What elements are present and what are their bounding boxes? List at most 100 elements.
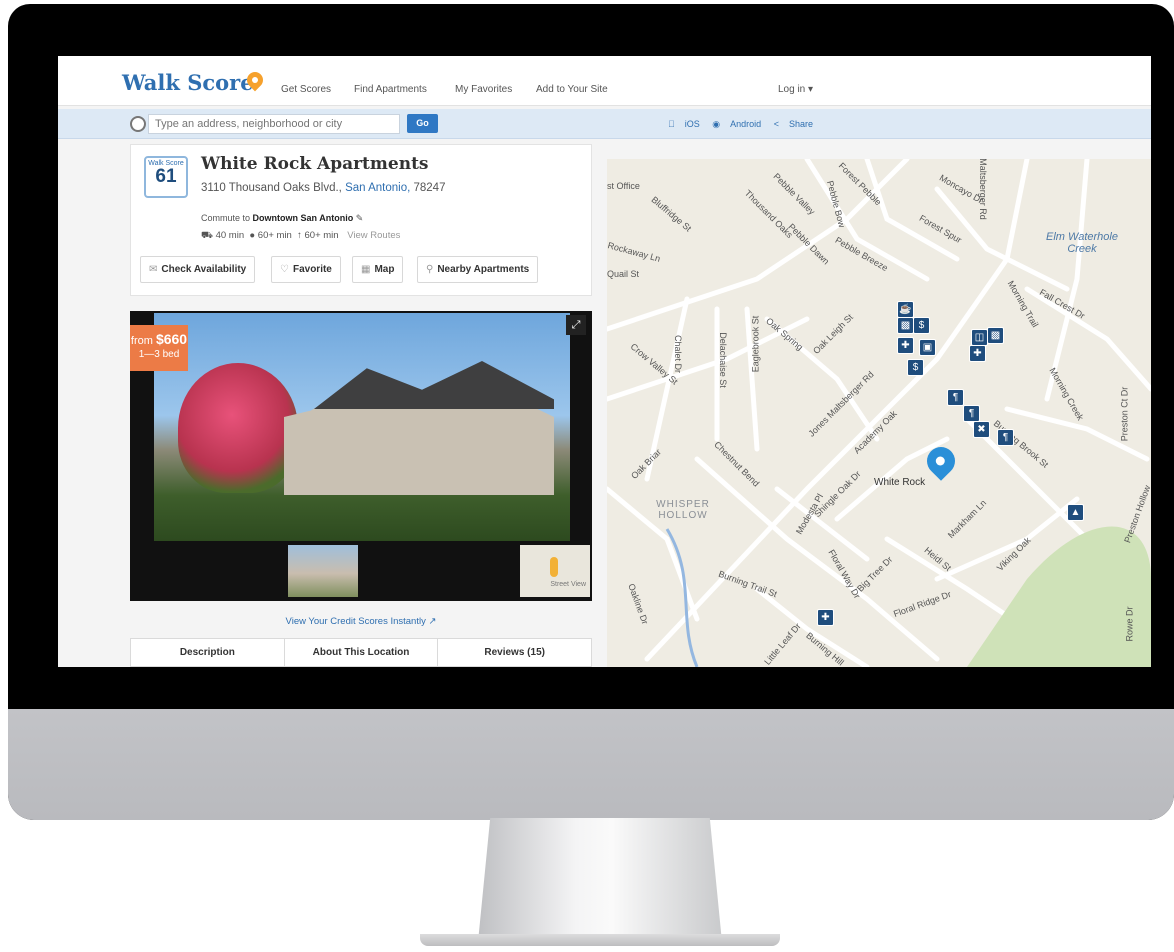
restaurant-poi-icon[interactable]: ¶ bbox=[947, 389, 964, 406]
browser-viewport: Walk Score Get Scores Find Apartments My… bbox=[58, 56, 1151, 667]
nav-get-scores[interactable]: Get Scores bbox=[281, 84, 331, 95]
share-icon: < bbox=[774, 119, 779, 129]
neighborhood-map[interactable]: st Office Bluffridge St Rockaway Ln Quai… bbox=[607, 159, 1151, 667]
listing-tabs: Description About This Location Reviews … bbox=[130, 638, 592, 667]
map-pin-label: White Rock bbox=[874, 477, 926, 488]
android-link[interactable]: Android bbox=[730, 119, 761, 129]
roof-shape bbox=[314, 361, 554, 409]
tab-description[interactable]: Description bbox=[131, 639, 285, 666]
walk-icon: ↑ bbox=[297, 230, 302, 241]
price-tag: from $660 1—3 bed bbox=[130, 325, 188, 371]
restaurant-poi-icon-3[interactable]: ¶ bbox=[997, 429, 1014, 446]
bike-time: 60+ min bbox=[257, 230, 292, 241]
money-poi-icon[interactable]: $ bbox=[907, 359, 924, 376]
nav-find-apartments[interactable]: Find Apartments bbox=[354, 84, 427, 95]
listing-address: 3110 Thousand Oaks Blvd., San Antonio, 7… bbox=[201, 182, 445, 194]
map-label-rowe: Rowe Dr bbox=[1124, 606, 1135, 642]
map-label: Map bbox=[374, 264, 395, 275]
bike-icon: ● bbox=[249, 230, 256, 241]
price-value: $660 bbox=[155, 331, 188, 347]
locate-icon[interactable] bbox=[130, 116, 146, 132]
map-label-maltsberger: Maltsberger Rd bbox=[977, 159, 988, 220]
search-input[interactable] bbox=[148, 114, 400, 134]
tab-reviews[interactable]: Reviews (15) bbox=[438, 639, 591, 666]
walk-score-value: 61 bbox=[155, 166, 177, 187]
nearby-label: Nearby Apartments bbox=[437, 264, 530, 275]
pharmacy-poi-icon[interactable]: ✚ bbox=[897, 337, 914, 354]
photo-thumbnail[interactable] bbox=[288, 545, 358, 597]
grocery-poi-icon[interactable]: ◫ bbox=[971, 329, 988, 346]
credit-score-label: View Your Credit Scores Instantly bbox=[285, 616, 426, 627]
commute-line: Commute to Downtown San Antonio ✎ bbox=[201, 213, 363, 224]
photo-gallery: from $660 1—3 bed ⤢ Street View bbox=[130, 311, 592, 601]
go-button[interactable]: Go bbox=[407, 114, 438, 133]
monitor-stand-base bbox=[420, 934, 780, 946]
mail-icon: ✉ bbox=[149, 264, 158, 275]
school-poi-icon[interactable]: ▲ bbox=[1067, 504, 1084, 521]
map-label-eaglebrook: Eaglebrook St bbox=[750, 315, 761, 373]
street-view-thumbnail[interactable]: Street View bbox=[520, 545, 590, 597]
login-menu[interactable]: Log in ▾ bbox=[778, 84, 813, 95]
check-availability-button[interactable]: ✉ Check Availability bbox=[140, 256, 256, 283]
map-label-post-office: st Office bbox=[607, 181, 640, 191]
restaurant-poi-icon-2[interactable]: ¶ bbox=[963, 405, 980, 422]
main-photo[interactable] bbox=[154, 313, 570, 541]
pegman-icon bbox=[550, 557, 558, 577]
ios-link[interactable]: iOS bbox=[685, 119, 700, 129]
tools-poi-icon[interactable]: ✖ bbox=[973, 421, 990, 438]
books-poi-icon[interactable]: ▣ bbox=[919, 339, 936, 356]
map-icon: ▦ bbox=[361, 264, 371, 275]
map-label-elm-creek: Elm Waterhole Creek bbox=[1046, 231, 1118, 255]
app-links:  iOS ◉ Android < Share bbox=[668, 119, 823, 130]
external-link-icon: ↗ bbox=[428, 616, 437, 627]
map-label-delachaise: Delachaise St bbox=[717, 332, 728, 388]
commute-destination[interactable]: Downtown San Antonio bbox=[253, 213, 354, 223]
tree-shape bbox=[178, 363, 298, 493]
expand-icon[interactable]: ⤢ bbox=[566, 315, 586, 335]
commute-prefix: Commute to bbox=[201, 213, 251, 223]
address-city[interactable]: San Antonio, bbox=[345, 182, 410, 194]
tab-about-location[interactable]: About This Location bbox=[285, 639, 439, 666]
nav-my-favorites[interactable]: My Favorites bbox=[455, 84, 512, 95]
credit-score-link[interactable]: View Your Credit Scores Instantly ↗ bbox=[130, 616, 592, 627]
bank-poi-icon[interactable]: $ bbox=[913, 317, 930, 334]
apple-icon:  bbox=[668, 119, 675, 129]
listing-title: White Rock Apartments bbox=[201, 154, 429, 174]
shopping-poi-icon[interactable]: ▩ bbox=[897, 317, 914, 334]
address-zip: 78247 bbox=[413, 182, 446, 194]
favorite-label: Favorite bbox=[292, 264, 332, 275]
price-from-label: from bbox=[130, 335, 153, 347]
street-view-label: Street View bbox=[550, 581, 586, 588]
commute-times: ⛟ 40 min ● 60+ min ↑ 60+ min View Routes bbox=[201, 230, 400, 242]
search-bar: Go  iOS ◉ Android < Share bbox=[58, 109, 1151, 139]
nearby-apartments-button[interactable]: ⚲ Nearby Apartments bbox=[417, 256, 539, 283]
pharmacy-poi-icon-2[interactable]: ✚ bbox=[969, 345, 986, 362]
address-street: 3110 Thousand Oaks Blvd., bbox=[201, 182, 342, 194]
map-label-preston-ct: Preston Ct Dr bbox=[1119, 386, 1130, 442]
bed-range: 1—3 bed bbox=[138, 349, 180, 360]
coffee-poi-icon[interactable]: ☕ bbox=[897, 301, 914, 318]
walk-score-badge[interactable]: Walk Score 61 bbox=[144, 156, 188, 198]
share-link[interactable]: Share bbox=[789, 119, 813, 129]
heart-icon: ♡ bbox=[280, 264, 289, 275]
top-navigation: Walk Score Get Scores Find Apartments My… bbox=[58, 56, 1151, 106]
car-icon: ⛟ bbox=[201, 230, 213, 241]
map-label-chalet: Chalet Dr bbox=[673, 334, 684, 374]
monitor-stand bbox=[478, 818, 722, 942]
favorite-button[interactable]: ♡ Favorite bbox=[271, 256, 341, 283]
map-button[interactable]: ▦ Map bbox=[352, 256, 404, 283]
monitor-frame: Walk Score Get Scores Find Apartments My… bbox=[8, 4, 1174, 820]
walkscore-logo[interactable]: Walk Score bbox=[122, 70, 254, 95]
map-area-whisper-hollow: WHISPER HOLLOW bbox=[656, 499, 710, 521]
walk-time: 60+ min bbox=[304, 230, 339, 241]
shopping-poi-icon-2[interactable]: ▩ bbox=[987, 327, 1004, 344]
drive-time: 40 min bbox=[215, 230, 245, 241]
map-label-quail: Quail St bbox=[607, 269, 640, 279]
edit-icon[interactable]: ✎ bbox=[356, 213, 364, 223]
nav-add-to-site[interactable]: Add to Your Site bbox=[536, 84, 608, 95]
android-icon: ◉ bbox=[705, 119, 720, 129]
check-availability-label: Check Availability bbox=[161, 264, 247, 275]
search-icon: ⚲ bbox=[426, 264, 434, 275]
view-routes-link[interactable]: View Routes bbox=[347, 230, 400, 241]
pharmacy-poi-icon-3[interactable]: ✚ bbox=[817, 609, 834, 626]
